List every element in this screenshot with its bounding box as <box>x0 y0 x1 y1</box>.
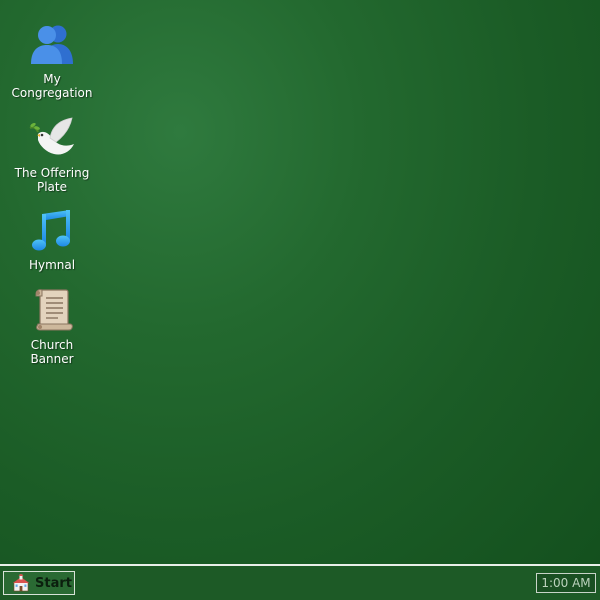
system-clock[interactable]: 1:00 AM <box>536 573 596 593</box>
desktop-icon-label: Church Banner <box>30 338 74 366</box>
users-icon <box>28 20 76 68</box>
desktop-icon-my-congregation[interactable]: My Congregation <box>10 20 94 100</box>
church-icon <box>12 574 30 592</box>
desktop-icon-the-offering-plate[interactable]: The Offering Plate <box>10 114 94 194</box>
desktop-icon-hymnal[interactable]: Hymnal <box>10 206 94 272</box>
desktop-icon-label: The Offering Plate <box>14 166 90 194</box>
desktop-icon-label: Hymnal <box>28 258 76 272</box>
start-label: Start <box>35 575 72 591</box>
music-note-icon <box>28 206 76 254</box>
taskbar: Start 1:00 AM <box>0 564 600 600</box>
desktop-icon-label: My Congregation <box>11 72 93 100</box>
start-button[interactable]: Start <box>3 571 75 595</box>
dove-icon <box>28 114 76 162</box>
desktop: My Congregation The Offering Plate Hymna… <box>0 0 600 564</box>
scroll-icon <box>28 286 76 334</box>
desktop-icon-church-banner[interactable]: Church Banner <box>10 286 94 366</box>
